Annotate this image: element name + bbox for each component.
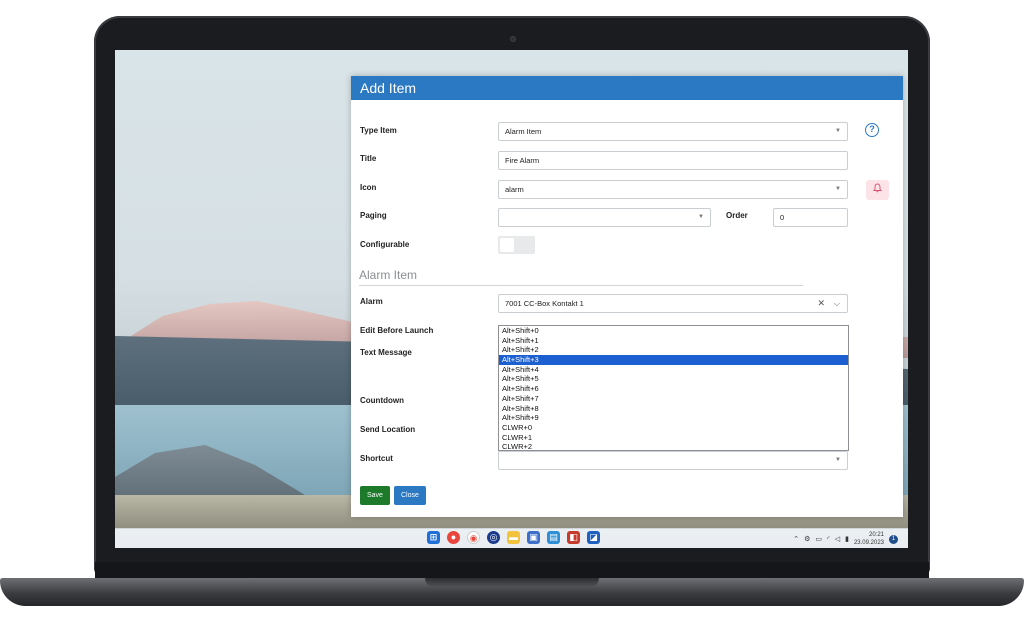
shortcut-option-highlighted[interactable]: Alt+Shift+3 — [499, 355, 848, 365]
remote-desktop-icon[interactable]: ▣ — [527, 531, 540, 544]
shortcut-options-list[interactable]: Alt+Shift+0 Alt+Shift+1 Alt+Shift+2 Alt+… — [498, 325, 849, 451]
send-location-label: Send Location — [360, 425, 416, 434]
chevron-down-icon[interactable]: ⌵ — [834, 295, 840, 312]
title-label: Title — [360, 154, 377, 163]
type-item-label: Type Item — [360, 126, 397, 135]
type-item-select[interactable]: Alarm Item ▼ — [498, 122, 848, 141]
shortcut-label: Shortcut — [360, 454, 393, 463]
section-title: Alarm Item — [359, 268, 803, 286]
save-button[interactable]: Save — [360, 486, 390, 505]
notification-badge[interactable]: 1 — [889, 534, 898, 544]
laptop-notch — [425, 578, 599, 587]
icon-value: alarm — [505, 185, 524, 194]
chevron-up-icon[interactable]: ⌃ — [793, 535, 799, 543]
clock-date: 23.09.2023 — [853, 540, 884, 546]
taskbar-apps: ⊞ ● ◉ ◎ ▬ ▣ ▤ ◧ ◪ — [427, 531, 600, 544]
order-input[interactable]: 0 — [773, 208, 848, 227]
bell-icon — [866, 180, 889, 200]
wifi-icon[interactable]: ◜ — [827, 535, 830, 543]
countdown-label: Countdown — [360, 396, 404, 405]
paging-select[interactable]: ▼ — [498, 208, 711, 227]
settings-icon[interactable]: ⚙ — [804, 535, 810, 543]
alarm-select[interactable]: 7001 CC-Box Kontakt 1 ✕ ⌵ — [498, 294, 848, 313]
configurable-label: Configurable — [360, 240, 410, 249]
add-item-dialog: Add Item Type Item Alarm Item ▼ ? Title … — [351, 76, 903, 517]
system-tray: ⌃ ⚙ ▭ ◜ ◁ ▮ 20:21 23.09.2023 1 — [793, 531, 898, 547]
shortcut-option[interactable]: Alt+Shift+7 — [499, 394, 848, 404]
icon-label: Icon — [360, 183, 377, 192]
app-window-icon[interactable]: ▤ — [547, 531, 560, 544]
pinned-app-icon[interactable]: ◉ — [467, 531, 480, 544]
title-value: Fire Alarm — [505, 156, 540, 165]
volume-icon[interactable]: ◁ — [835, 535, 840, 543]
shortcut-option[interactable]: CLWR+2 — [499, 442, 848, 450]
alarm-app-icon[interactable]: ◪ — [587, 531, 600, 544]
alarm-value: 7001 CC-Box Kontakt 1 — [505, 299, 584, 308]
paging-label: Paging — [360, 211, 387, 220]
text-message-label: Text Message — [360, 348, 412, 357]
title-input[interactable]: Fire Alarm — [498, 151, 848, 170]
order-value: 0 — [780, 213, 785, 222]
shortcut-option[interactable]: CLWR+1 — [499, 433, 848, 443]
order-label: Order — [726, 211, 748, 220]
close-button[interactable]: Close — [394, 486, 426, 505]
edit-before-launch-label: Edit Before Launch — [360, 326, 434, 335]
screen: Add Item Type Item Alarm Item ▼ ? Title … — [115, 50, 908, 548]
chrome-icon[interactable]: ● — [447, 531, 460, 544]
shortcut-option[interactable]: CLWR+0 — [499, 423, 848, 433]
chevron-down-icon: ▼ — [835, 128, 841, 134]
shortcut-option[interactable]: Alt+Shift+1 — [499, 336, 848, 346]
bell-icon-svg — [872, 183, 883, 193]
shortcut-option[interactable]: Alt+Shift+2 — [499, 345, 848, 355]
shortcut-option[interactable]: Alt+Shift+0 — [499, 326, 848, 336]
folder-icon[interactable]: ▬ — [507, 531, 520, 544]
shortcut-option[interactable]: Alt+Shift+6 — [499, 384, 848, 394]
chevron-down-icon: ▼ — [835, 186, 841, 192]
toggle-knob — [500, 238, 514, 252]
type-item-value: Alarm Item — [505, 127, 542, 136]
icon-select[interactable]: alarm ▼ — [498, 180, 848, 199]
shortcut-option[interactable]: Alt+Shift+9 — [499, 413, 848, 423]
chevron-down-icon: ▼ — [835, 457, 841, 463]
display-icon[interactable]: ▭ — [815, 535, 822, 543]
alarm-label: Alarm — [360, 297, 383, 306]
browser-icon[interactable]: ◎ — [487, 531, 500, 544]
office-app-icon[interactable]: ◧ — [567, 531, 580, 544]
shortcut-option[interactable]: Alt+Shift+5 — [499, 374, 848, 384]
clear-x-icon[interactable]: ✕ — [817, 295, 825, 312]
chevron-down-icon: ▼ — [698, 214, 704, 220]
camera — [510, 36, 516, 42]
windows-start-icon[interactable]: ⊞ — [427, 531, 440, 544]
clock-time: 20:21 — [868, 532, 884, 538]
shortcut-select[interactable]: ▼ — [498, 451, 848, 470]
shortcut-option[interactable]: Alt+Shift+4 — [499, 365, 848, 375]
shortcut-option[interactable]: Alt+Shift+8 — [499, 404, 848, 414]
configurable-toggle[interactable] — [498, 236, 535, 254]
battery-icon[interactable]: ▮ — [845, 535, 849, 543]
help-circle-icon[interactable]: ? — [865, 123, 879, 137]
taskbar: ⊞ ● ◉ ◎ ▬ ▣ ▤ ◧ ◪ ⌃ ⚙ ▭ ◜ ◁ ▮ 20:21 23.0… — [115, 528, 908, 548]
dialog-title: Add Item — [351, 76, 903, 100]
clock[interactable]: 20:21 23.09.2023 — [854, 531, 884, 547]
